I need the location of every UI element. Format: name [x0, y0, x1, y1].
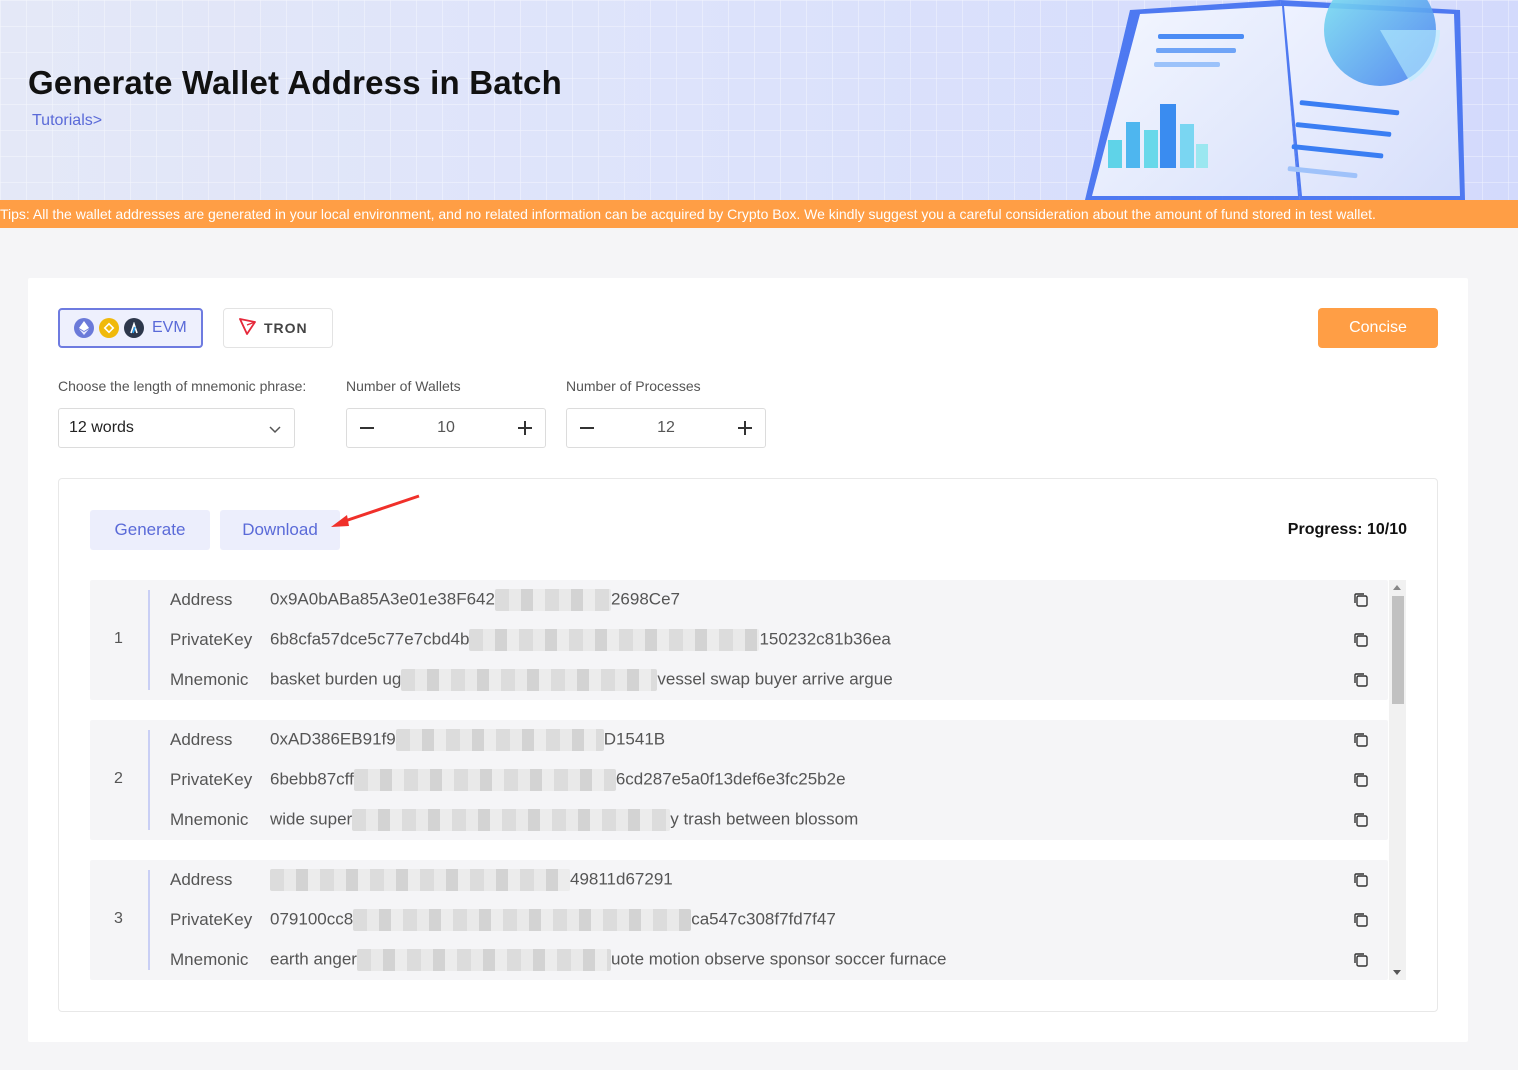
scroll-up-icon[interactable] — [1393, 585, 1401, 590]
chain-tab-tron-label: TRON — [264, 320, 308, 336]
minus-icon — [360, 427, 374, 429]
book-illustration — [1085, 0, 1465, 200]
wallet-divider — [148, 730, 150, 830]
progress-value: 10/10 — [1366, 521, 1407, 538]
wallet-address-row: Address 0x9A0bABa85A3e01e38F642 2698Ce7 — [170, 580, 1370, 620]
chain-tab-tron[interactable]: TRON — [223, 308, 333, 348]
private-key-key: PrivateKey — [170, 630, 253, 649]
copy-icon[interactable] — [1353, 672, 1369, 688]
copy-icon[interactable] — [1353, 592, 1369, 608]
private-key-value: 079100cc8 ca547c308f7fd7f47 — [270, 909, 836, 931]
page-title: Generate Wallet Address in Batch — [28, 64, 562, 101]
minus-icon — [580, 427, 594, 429]
wallet-mnemonic-row: Mnemonic basket burden ug vessel swap buy… — [170, 660, 1370, 700]
wallet-private-key-row: PrivateKey 079100cc8 ca547c308f7fd7f47 — [170, 900, 1370, 940]
concise-button[interactable]: Concise — [1318, 308, 1438, 348]
arbitrum-icon — [124, 318, 144, 338]
wallets-count-stepper: 10 — [346, 408, 546, 448]
private-key-key: PrivateKey — [170, 770, 253, 789]
progress-label: Progress: — [1287, 521, 1363, 538]
wallet-mnemonic-row: Mnemonic earth anger uote motion observe … — [170, 940, 1370, 980]
header-banner: Generate Wallet Address in Batch Tutoria… — [0, 0, 1518, 200]
ethereum-icon — [74, 318, 94, 338]
progress-indicator: Progress: 10/10 — [1288, 521, 1407, 539]
private-key-key: PrivateKey — [170, 910, 253, 929]
address-value: 0xAD386EB91f9 D1541B — [270, 729, 665, 751]
scrollbar-thumb[interactable] — [1392, 596, 1404, 704]
address-key: Address — [170, 730, 233, 749]
chevron-down-icon — [269, 426, 281, 434]
tron-icon — [238, 316, 258, 341]
wallet-private-key-row: PrivateKey 6bebb87cff 6cd287e5a0f13def6e3… — [170, 760, 1370, 800]
wallet-index: 2 — [114, 770, 123, 787]
tutorials-link[interactable]: Tutorials> — [32, 112, 102, 130]
download-button[interactable]: Download — [220, 510, 340, 550]
processes-count-input[interactable]: 12 — [607, 419, 725, 437]
copy-icon[interactable] — [1353, 812, 1369, 828]
wallet-divider — [148, 870, 150, 970]
mnemonic-length-label: Choose the length of mnemonic phrase: — [58, 378, 307, 394]
mnemonic-value: basket burden ug vessel swap buyer arrive… — [270, 669, 893, 691]
scroll-down-icon[interactable] — [1393, 970, 1401, 975]
mnemonic-key: Mnemonic — [170, 670, 249, 689]
wallet-list: 1 Address 0x9A0bABa85A3e01e38F642 2698Ce7… — [90, 580, 1406, 980]
address-key: Address — [170, 870, 233, 889]
wallets-decrement-button[interactable] — [347, 409, 387, 447]
wallet-address-row: Address 0xAD386EB91f9 D1541B — [170, 720, 1370, 760]
private-key-value: 6b8cfa57dce5c77e7cbd4b 150232c81b36ea — [270, 629, 891, 651]
result-panel: Generate Download Progress: 10/10 1 Addr… — [58, 478, 1438, 1012]
processes-count-label: Number of Processes — [566, 378, 701, 394]
copy-icon[interactable] — [1353, 772, 1369, 788]
mnemonic-key: Mnemonic — [170, 810, 249, 829]
wallet-divider — [148, 590, 150, 690]
mnemonic-length-value: 12 words — [69, 419, 134, 436]
private-key-value: 6bebb87cff 6cd287e5a0f13def6e3fc25b2e — [270, 769, 846, 791]
copy-icon[interactable] — [1353, 912, 1369, 928]
wallets-increment-button[interactable] — [505, 409, 545, 447]
wallets-count-input[interactable]: 10 — [387, 419, 505, 437]
bnb-icon — [99, 318, 119, 338]
wallet-index: 1 — [114, 630, 123, 647]
annotation-arrow-icon — [331, 494, 420, 527]
copy-icon[interactable] — [1353, 732, 1369, 748]
mnemonic-value: earth anger uote motion observe sponsor s… — [270, 949, 946, 971]
wallets-count-label: Number of Wallets — [346, 378, 461, 394]
mnemonic-length-select[interactable]: 12 words — [58, 408, 295, 448]
processes-decrement-button[interactable] — [567, 409, 607, 447]
mnemonic-value: wide super y trash between blossom — [270, 809, 858, 831]
chain-tab-evm-label: EVM — [152, 319, 187, 336]
wallet-address-row: Address 49811d67291 — [170, 860, 1370, 900]
plus-icon — [738, 421, 752, 435]
tips-bar: Tips: All the wallet addresses are gener… — [0, 200, 1518, 228]
mnemonic-key: Mnemonic — [170, 950, 249, 969]
wallet-index: 3 — [114, 910, 123, 927]
wallet-card: 3 Address 49811d67291 PrivateKey 079100c… — [90, 860, 1388, 980]
address-key: Address — [170, 590, 233, 609]
main-card: EVM TRON Concise Choose the length of mn… — [28, 278, 1468, 1042]
processes-count-stepper: 12 — [566, 408, 766, 448]
processes-increment-button[interactable] — [725, 409, 765, 447]
generate-button[interactable]: Generate — [90, 510, 210, 550]
address-value: 49811d67291 — [270, 869, 673, 891]
wallet-list-scrollbar[interactable] — [1389, 580, 1406, 980]
address-value: 0x9A0bABa85A3e01e38F642 2698Ce7 — [270, 589, 680, 611]
plus-icon — [518, 421, 532, 435]
wallet-card: 2 Address 0xAD386EB91f9 D1541B PrivateKey… — [90, 720, 1388, 840]
copy-icon[interactable] — [1353, 632, 1369, 648]
wallet-private-key-row: PrivateKey 6b8cfa57dce5c77e7cbd4b 150232c… — [170, 620, 1370, 660]
chain-tab-evm[interactable]: EVM — [58, 308, 203, 348]
copy-icon[interactable] — [1353, 952, 1369, 968]
copy-icon[interactable] — [1353, 872, 1369, 888]
wallet-card: 1 Address 0x9A0bABa85A3e01e38F642 2698Ce7… — [90, 580, 1388, 700]
wallet-mnemonic-row: Mnemonic wide super y trash between bloss… — [170, 800, 1370, 840]
